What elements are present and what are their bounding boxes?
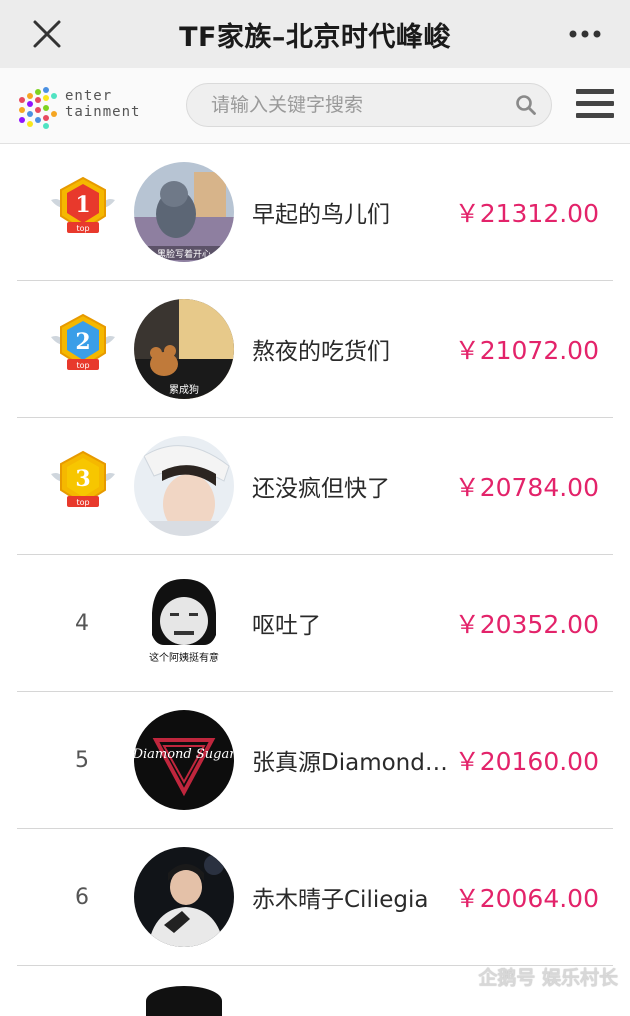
- amount: ￥20784.00: [454, 473, 599, 502]
- site-header: enter tainment: [0, 68, 630, 144]
- avatar-diamond-sugar-logo: Diamond Sugar: [134, 710, 234, 810]
- logo-line-1: enter: [65, 88, 113, 104]
- avatar[interactable]: 累成狗: [134, 299, 234, 399]
- avatar[interactable]: 黑脸写着开心: [134, 162, 234, 262]
- close-icon[interactable]: [30, 17, 64, 51]
- supporter-name: 熬夜的吃货们: [252, 339, 390, 365]
- avatar[interactable]: [134, 436, 234, 536]
- next-row-avatar-partial[interactable]: [146, 986, 222, 1016]
- more-dots-icon[interactable]: [568, 24, 602, 44]
- avatar-cartoon-mouse-image: 累成狗: [134, 299, 234, 399]
- ranking-row[interactable]: 4 这个阿姨挺有意 呕吐了 ￥20352.00: [17, 555, 613, 692]
- silver-medal-badge-icon: 2 top: [51, 313, 115, 370]
- watermark: 企鹅号 娱乐村长: [478, 967, 618, 989]
- amount: ￥20160.00: [454, 747, 599, 776]
- avatar[interactable]: Diamond Sugar: [134, 710, 234, 810]
- gold-medal-badge-icon: 1 top: [51, 176, 115, 233]
- ranking-row[interactable]: 1 top 黑脸写着开心 早起的鸟儿们 ￥21312.00: [17, 144, 613, 281]
- ranking-row[interactable]: 3 top 还没疯但快了 ￥20784.00: [17, 418, 613, 555]
- avatar[interactable]: [134, 847, 234, 947]
- logo-text: enter tainment: [65, 88, 140, 120]
- search-box[interactable]: [186, 83, 552, 127]
- supporter-name: 呕吐了: [252, 613, 321, 639]
- badge-label-1: top: [76, 224, 89, 233]
- amount: ￥21072.00: [454, 336, 599, 365]
- avatar-caption: Diamond Sugar: [134, 747, 234, 762]
- ranking-row[interactable]: 6 赤木晴子Ciliegia ￥20064.00: [17, 829, 613, 966]
- ranking-row[interactable]: 5 Diamond Sugar 张真源DiamondS… ￥20160.00: [17, 692, 613, 829]
- entertainment-logo[interactable]: enter tainment: [16, 86, 146, 130]
- amount: ￥21312.00: [454, 199, 599, 228]
- rank-number: 6: [75, 884, 89, 910]
- avatar[interactable]: 这个阿姨挺有意: [134, 573, 234, 673]
- badge-label-2: top: [76, 361, 89, 370]
- avatar-cartoon-cat-image: 黑脸写着开心: [134, 162, 234, 262]
- badge-rank-1: 1: [75, 192, 90, 218]
- supporter-name: 还没疯但快了: [252, 476, 390, 502]
- avatar-caption: 累成狗: [169, 383, 199, 396]
- avatar-performer-photo: [134, 847, 234, 947]
- search-icon[interactable]: [515, 94, 537, 116]
- page-title: TF家族–北京时代峰峻: [179, 21, 451, 53]
- bronze-medal-badge-icon: 3 top: [51, 450, 115, 507]
- avatar-meme-face-image: 这个阿姨挺有意: [134, 573, 234, 673]
- badge-rank-2: 2: [75, 329, 90, 355]
- ranking-list: 1 top 黑脸写着开心 早起的鸟儿们 ￥21312.00 2 top 累成狗 …: [0, 144, 630, 966]
- avatar-caption: 这个阿姨挺有意: [149, 651, 219, 664]
- amount: ￥20064.00: [454, 884, 599, 913]
- avatar-caption: 黑脸写着开心: [157, 248, 211, 260]
- rank-number: 5: [75, 747, 89, 773]
- logo-dots-icon: [19, 87, 57, 129]
- avatar-person-photo: [134, 436, 234, 536]
- title-bar: TF家族–北京时代峰峻: [0, 0, 630, 68]
- badge-label-3: top: [76, 498, 89, 507]
- logo-line-2: tainment: [65, 104, 141, 120]
- supporter-name: 赤木晴子Ciliegia: [252, 887, 429, 913]
- badge-rank-3: 3: [75, 466, 90, 492]
- supporter-name: 张真源DiamondS…: [252, 750, 462, 776]
- amount: ￥20352.00: [454, 610, 599, 639]
- supporter-name: 早起的鸟儿们: [252, 202, 390, 228]
- rank-number: 4: [75, 610, 89, 636]
- hamburger-menu-icon[interactable]: [576, 87, 614, 121]
- search-input[interactable]: [187, 93, 515, 117]
- ranking-row[interactable]: 2 top 累成狗 熬夜的吃货们 ￥21072.00: [17, 281, 613, 418]
